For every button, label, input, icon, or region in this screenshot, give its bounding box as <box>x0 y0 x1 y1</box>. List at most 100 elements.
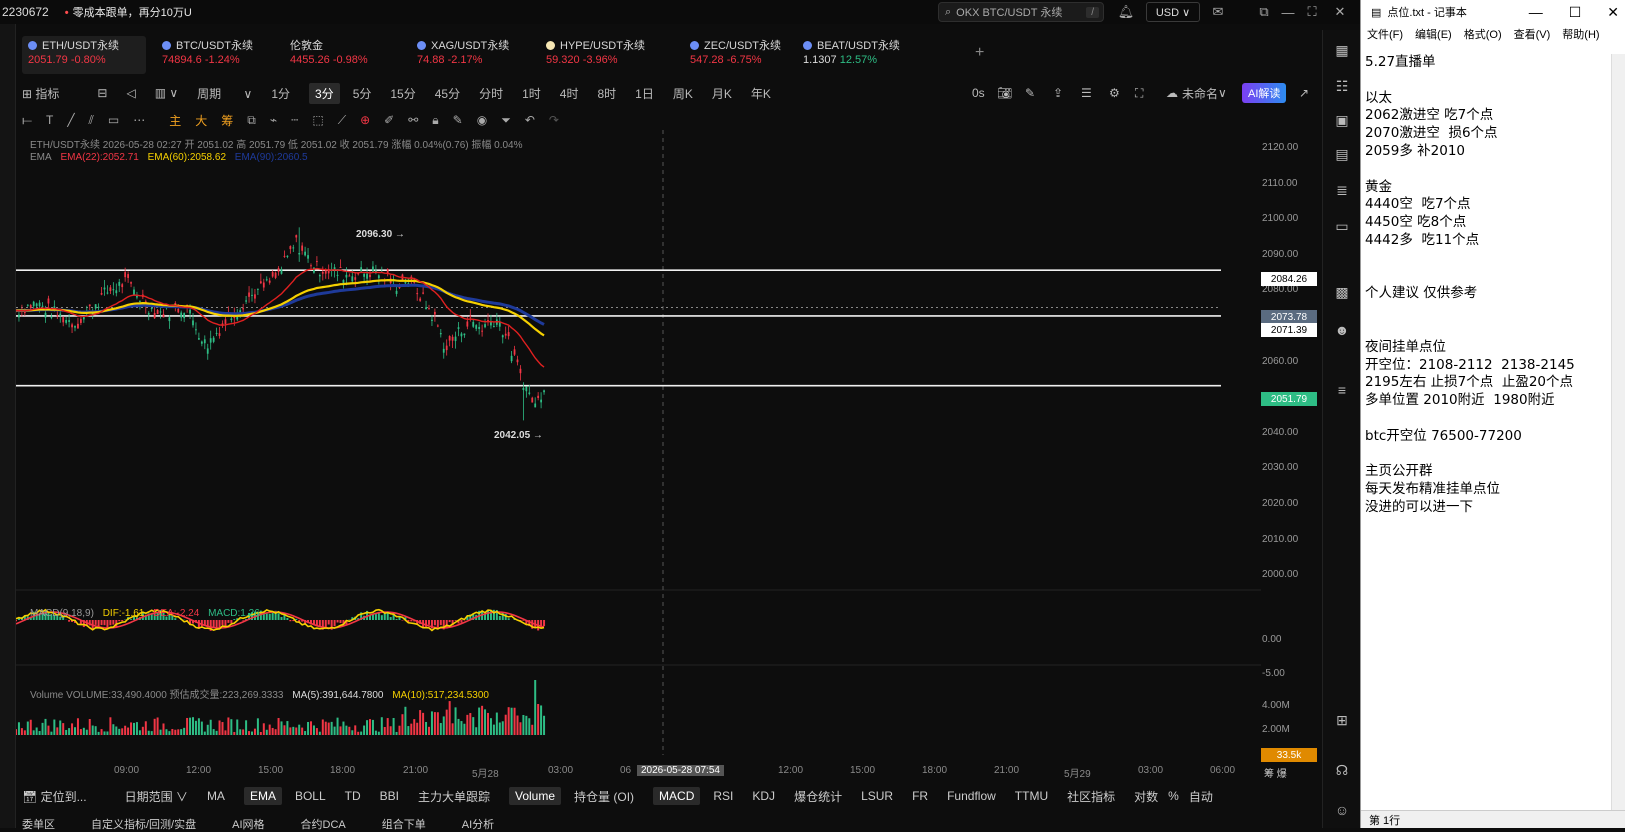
undo-icon[interactable]: ↶ <box>525 113 535 127</box>
list-icon[interactable]: ☰ <box>1081 82 1092 104</box>
percent-button[interactable]: % <box>1168 789 1179 803</box>
ticker-tab[interactable]: HYPE/USDT永续59.320 -3.96% <box>540 36 655 74</box>
ticker-tab[interactable]: ETH/USDT永续2051.79 -0.80% <box>22 36 146 74</box>
popout-icon[interactable]: ⧉ <box>1254 2 1274 22</box>
parallel-tool-icon[interactable]: ⫽ <box>89 113 94 128</box>
notepad-menu-item[interactable]: 格式(O) <box>1464 26 1502 42</box>
auto-scale-button[interactable]: 自动 <box>1189 788 1213 805</box>
notepad-menu-item[interactable]: 文件(F) <box>1367 26 1403 42</box>
ai-analysis-button[interactable]: AI解读 <box>1242 83 1286 103</box>
menu-icon[interactable]: ≡ <box>1332 380 1352 400</box>
maximize-button[interactable]: ☐ <box>1569 4 1582 21</box>
sub-indicator[interactable]: FR <box>912 789 928 803</box>
indicator-button[interactable]: ⊞ 指标 <box>22 85 78 102</box>
bottom-tab[interactable]: 组合下单 <box>382 816 426 828</box>
date-range-button[interactable]: 日期范围 ∨ <box>125 788 188 805</box>
bottom-tab[interactable]: 合约DCA <box>301 816 346 828</box>
main-indicator[interactable]: 主力大单跟踪 <box>418 788 490 805</box>
monitor-icon[interactable]: ▭ <box>1332 216 1352 236</box>
period-2[interactable]: 5分 <box>353 85 372 102</box>
log-scale-button[interactable]: 对数 <box>1134 788 1158 805</box>
chart-list-icon[interactable]: ≣ <box>1332 180 1352 200</box>
pen-icon[interactable]: ✎ <box>1025 82 1035 104</box>
ticker-tab[interactable]: BTC/USDT永续74894.6 -1.24% <box>156 36 271 74</box>
sub-indicator[interactable]: MACD <box>653 787 700 805</box>
period-6[interactable]: 1时 <box>522 85 541 102</box>
note-icon[interactable]: ✎ <box>453 113 463 127</box>
orderbook-icon[interactable]: ☷ <box>1332 76 1352 96</box>
notepad-menu-item[interactable]: 查看(V) <box>1514 26 1551 42</box>
period-3[interactable]: 15分 <box>390 85 415 102</box>
chart-type-icon[interactable]: ▥ ∨ <box>155 86 178 100</box>
share-icon[interactable]: ⇪ <box>1053 82 1063 104</box>
zoom-icon[interactable]: ⊕ <box>360 113 370 127</box>
magnet-icon[interactable]: ⌁ <box>270 113 277 127</box>
tag-icon[interactable]: ⬚ <box>312 113 323 127</box>
notepad-menu-item[interactable]: 帮助(H) <box>1562 26 1599 42</box>
template-select[interactable]: ☁ 未命名 ∨ <box>1166 82 1227 104</box>
sub-indicator[interactable]: 持仓量 (OI) <box>574 788 634 805</box>
mail-icon[interactable]: ✉ <box>1208 2 1228 22</box>
main-indicator[interactable]: BOLL <box>295 789 326 803</box>
period-0[interactable]: 1分 <box>271 85 290 102</box>
period-4[interactable]: 45分 <box>435 85 460 102</box>
ticker-tab[interactable]: ZEC/USDT永续547.28 -6.75% <box>684 36 799 74</box>
main-indicator[interactable]: BBI <box>380 789 399 803</box>
assistant-icon[interactable]: ☺ <box>1332 800 1352 820</box>
etf-icon[interactable]: ▩ <box>1332 282 1352 302</box>
filter-icon[interactable]: ⏷ <box>501 113 511 128</box>
minimize-button[interactable]: — <box>1529 4 1543 21</box>
bottom-tab[interactable]: AI网格 <box>232 816 264 828</box>
sub-indicator[interactable]: Fundflow <box>947 789 996 803</box>
lock-icon[interactable]: 🔒︎ <box>432 113 438 128</box>
copy-icon[interactable]: ⧉ <box>247 113 256 128</box>
expand-icon[interactable]: ⛶ <box>1135 82 1143 104</box>
ticker-tab[interactable]: BEAT/USDT永续1.1307 12.57% <box>797 36 912 74</box>
period-8[interactable]: 8时 <box>597 85 616 102</box>
share-out-icon[interactable]: ↗ <box>1299 82 1309 104</box>
close-button[interactable]: ✕ <box>1607 4 1619 21</box>
link-icon[interactable]: ⚯ <box>408 113 418 127</box>
sub-indicator[interactable]: 爆仓统计 <box>794 788 842 805</box>
period-1[interactable]: 3分 <box>309 83 340 104</box>
minimize-icon[interactable]: — <box>1278 2 1298 22</box>
price-chart[interactable] <box>16 130 1266 770</box>
crosshair-tool-icon[interactable]: ⟝ <box>22 113 32 128</box>
doc-icon[interactable]: ▤ <box>1332 144 1352 164</box>
notepad-text[interactable]: 5.27直播单 以太 2062激进空 吃7个点 2070激进空 损6个点 205… <box>1365 54 1575 517</box>
period-5[interactable]: 分时 <box>479 85 503 102</box>
eye-icon[interactable]: ◉ <box>477 113 487 127</box>
replay-icon[interactable]: ◁ <box>126 86 135 100</box>
period-7[interactable]: 4时 <box>560 85 579 102</box>
grid-icon[interactable]: ▦ <box>1332 40 1352 60</box>
sub-indicator[interactable]: RSI <box>713 789 733 803</box>
sub-indicator[interactable]: LSUR <box>861 789 893 803</box>
brush-icon[interactable]: ✐ <box>384 113 394 127</box>
settings-icon[interactable]: ⚙ <box>1109 82 1120 104</box>
add-tab-icon[interactable]: + <box>975 44 984 62</box>
main-indicator[interactable]: MA <box>207 789 225 803</box>
main-force-button[interactable]: 主 <box>169 112 181 129</box>
headset-icon[interactable]: ☊ <box>1332 760 1352 780</box>
main-indicator[interactable]: TD <box>345 789 361 803</box>
bell-icon[interactable]: 🔔︎ <box>1116 2 1136 22</box>
scrollbar[interactable] <box>1611 54 1625 810</box>
line-tool-icon[interactable]: ╱ <box>67 113 74 127</box>
ruler-icon[interactable]: ⟋ <box>338 113 346 128</box>
period-dropdown[interactable]: 周期 ∨ <box>197 85 252 102</box>
locate-button[interactable]: 📅︎ 定位到... <box>22 788 106 805</box>
ticker-tab[interactable]: 伦敦金4455.26 -0.98% <box>284 36 399 74</box>
bottom-tab[interactable]: 自定义指标/回测/实盘 <box>91 816 196 828</box>
layout-icon[interactable]: ⊟ <box>97 86 107 100</box>
camera-icon[interactable]: 📷︎ <box>997 82 1012 104</box>
redo-icon[interactable]: ↷ <box>549 113 559 127</box>
period-10[interactable]: 周K <box>673 85 693 102</box>
dash-icon[interactable]: ┄ <box>291 113 298 127</box>
calendar-icon[interactable]: ▣ <box>1332 110 1352 130</box>
period-9[interactable]: 1日 <box>635 85 654 102</box>
bottom-tab[interactable]: AI分析 <box>462 816 494 828</box>
more-tools-icon[interactable]: ⋯ <box>133 113 145 127</box>
notepad-menu-item[interactable]: 编辑(E) <box>1415 26 1452 42</box>
text-tool-icon[interactable]: T <box>46 113 53 127</box>
big-order-button[interactable]: 大 <box>195 112 207 129</box>
